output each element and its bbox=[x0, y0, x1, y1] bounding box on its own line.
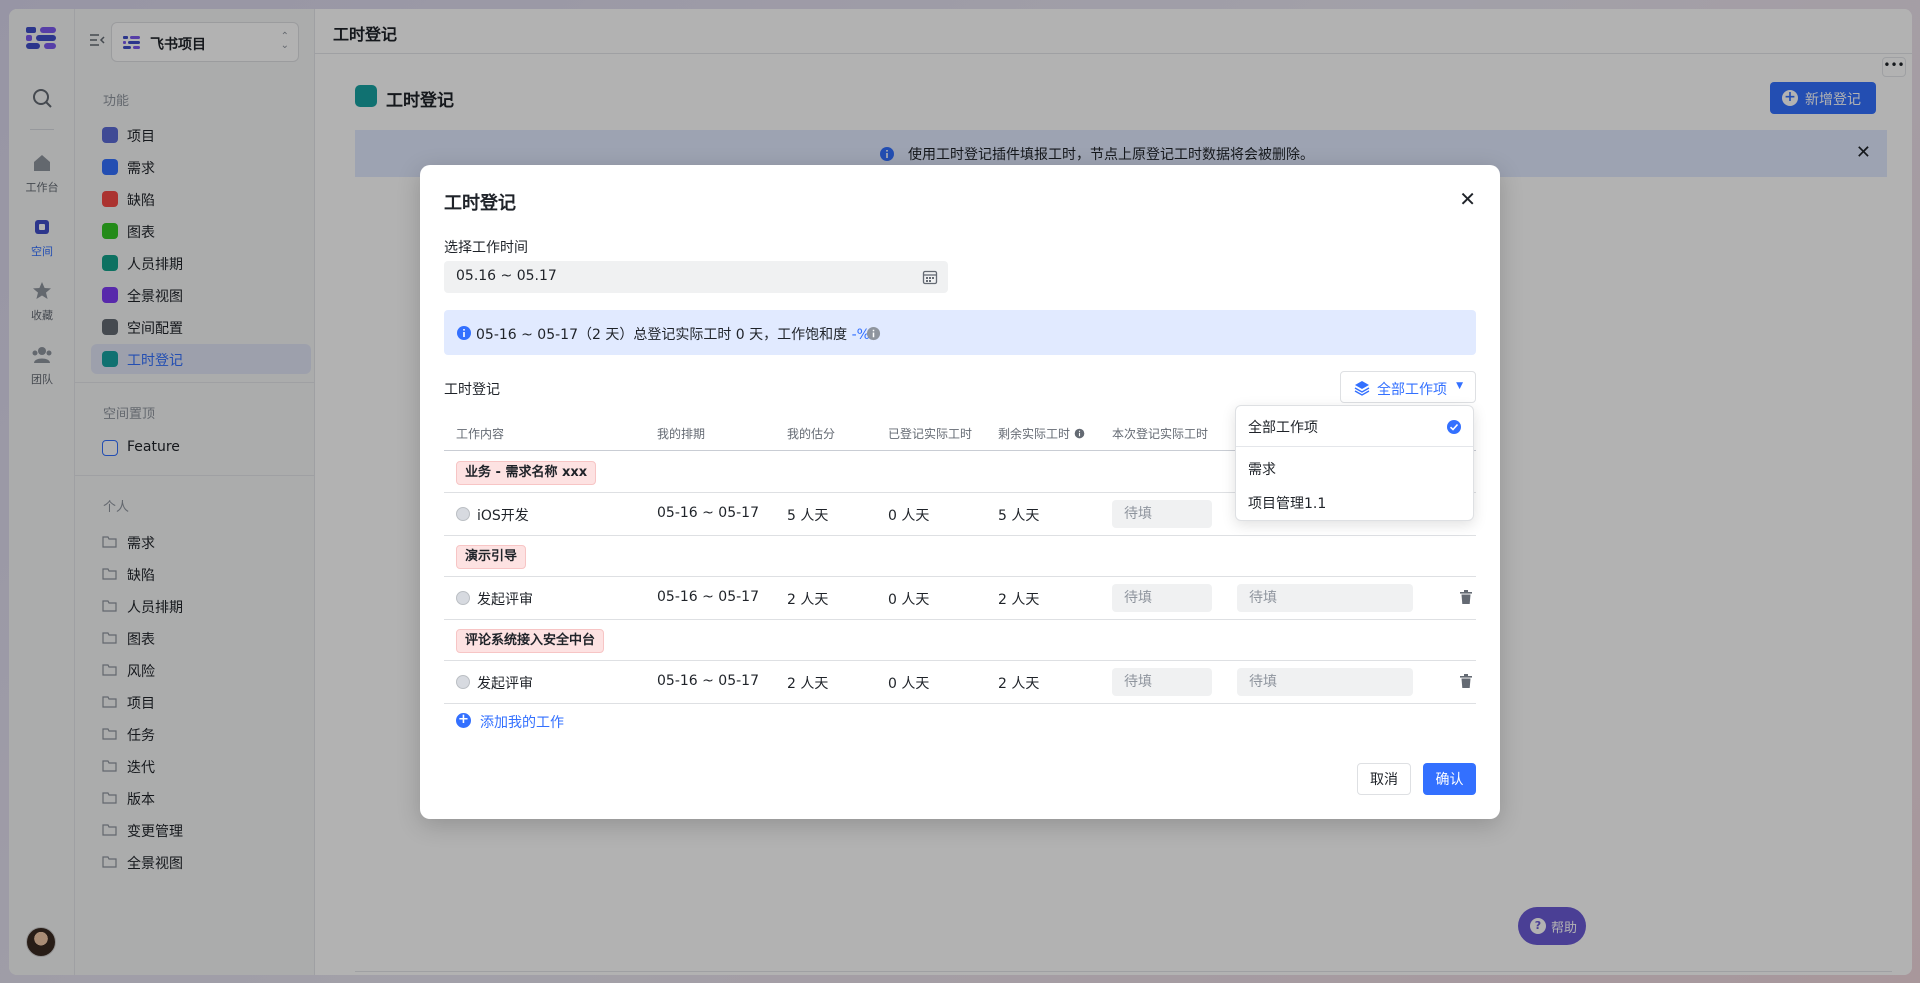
column-header-current: 本次登记实际工时 bbox=[1112, 427, 1209, 441]
status-radio[interactable] bbox=[456, 591, 470, 605]
cancel-button[interactable]: 取消 bbox=[1357, 763, 1411, 795]
remark-input[interactable] bbox=[1237, 668, 1413, 696]
info-icon bbox=[456, 325, 472, 345]
remaining-cell: 5 人天 bbox=[998, 508, 1040, 524]
confirm-button[interactable]: 确认 bbox=[1423, 763, 1476, 795]
group-tag: 业务 - 需求名称 xxx bbox=[456, 461, 597, 485]
current-hours-input[interactable] bbox=[1112, 500, 1212, 528]
dialog-title: 工时登记 bbox=[444, 193, 516, 214]
dropdown-option-label: 项目管理1.1 bbox=[1248, 496, 1327, 512]
date-range-value: 05.16 ~ 05.17 bbox=[456, 268, 557, 284]
column-header-schedule: 我的排期 bbox=[657, 427, 706, 441]
layers-icon bbox=[1354, 380, 1370, 400]
group-tag: 评论系统接入安全中台 bbox=[456, 629, 605, 653]
dropdown-option-all[interactable]: 全部工作项 bbox=[1236, 411, 1473, 441]
info-tooltip-icon bbox=[1074, 428, 1085, 439]
dropdown-option-label: 全部工作项 bbox=[1248, 420, 1318, 436]
status-radio[interactable] bbox=[456, 675, 470, 689]
column-header-content: 工作内容 bbox=[456, 427, 505, 441]
dropdown-option-requirement[interactable]: 需求 bbox=[1236, 453, 1473, 483]
date-range-picker[interactable]: 05.16 ~ 05.17 bbox=[444, 261, 948, 293]
row-divider bbox=[444, 703, 1476, 704]
schedule-cell: 05-16 ~ 05-17 bbox=[657, 505, 759, 521]
row-divider bbox=[444, 619, 1476, 620]
work-time-label: 选择工作时间 bbox=[444, 240, 528, 256]
estimate-cell: 2 人天 bbox=[787, 676, 829, 692]
trash-icon[interactable] bbox=[1459, 674, 1473, 693]
section-title: 工时登记 bbox=[444, 382, 500, 398]
schedule-cell: 05-16 ~ 05-17 bbox=[657, 589, 759, 605]
caret-down-icon: ▼ bbox=[1456, 381, 1463, 391]
group-tag: 演示引导 bbox=[456, 545, 527, 569]
status-radio[interactable] bbox=[456, 507, 470, 521]
add-my-work-label: 添加我的工作 bbox=[480, 715, 564, 731]
remaining-cell: 2 人天 bbox=[998, 592, 1040, 608]
row-divider bbox=[444, 535, 1476, 536]
close-icon[interactable]: ✕ bbox=[1459, 187, 1476, 211]
column-header-remaining: 剩余实际工时 bbox=[998, 425, 1085, 442]
dropdown-divider bbox=[1236, 446, 1473, 447]
column-header-estimate: 我的估分 bbox=[787, 427, 836, 441]
summary-text: 05-16 ~ 05-17（2 天）总登记实际工时 0 天，工作饱和度 -% bbox=[476, 327, 870, 343]
work-item-filter[interactable]: 全部工作项 ▼ bbox=[1340, 371, 1476, 403]
plus-circle-icon: + bbox=[456, 713, 471, 728]
registered-cell: 0 人天 bbox=[888, 676, 930, 692]
registered-cell: 0 人天 bbox=[888, 592, 930, 608]
work-item-name[interactable]: iOS开发 bbox=[477, 505, 529, 525]
work-item-dropdown: 全部工作项 需求 项目管理1.1 bbox=[1235, 405, 1474, 521]
estimate-cell: 2 人天 bbox=[787, 592, 829, 608]
info-tooltip-icon[interactable] bbox=[866, 326, 881, 345]
work-item-name[interactable]: 发起评审 bbox=[477, 589, 533, 609]
dropdown-option-project-mgmt[interactable]: 项目管理1.1 bbox=[1236, 487, 1473, 517]
work-item-name[interactable]: 发起评审 bbox=[477, 673, 533, 693]
summary-banner: 05-16 ~ 05-17（2 天）总登记实际工时 0 天，工作饱和度 -% bbox=[444, 310, 1476, 355]
dropdown-option-label: 需求 bbox=[1248, 462, 1276, 478]
remark-input[interactable] bbox=[1237, 584, 1413, 612]
current-hours-input[interactable] bbox=[1112, 668, 1212, 696]
registered-cell: 0 人天 bbox=[888, 508, 930, 524]
calendar-icon bbox=[922, 269, 938, 289]
current-hours-input[interactable] bbox=[1112, 584, 1212, 612]
trash-icon[interactable] bbox=[1459, 590, 1473, 609]
column-header-registered: 已登记实际工时 bbox=[888, 427, 973, 441]
table-row: 发起评审 05-16 ~ 05-17 2 人天 0 人天 2 人天 bbox=[444, 661, 1476, 703]
table-row: 发起评审 05-16 ~ 05-17 2 人天 0 人天 2 人天 bbox=[444, 577, 1476, 619]
filter-label: 全部工作项 bbox=[1377, 382, 1447, 398]
remaining-cell: 2 人天 bbox=[998, 676, 1040, 692]
check-circle-icon bbox=[1447, 420, 1461, 434]
estimate-cell: 5 人天 bbox=[787, 508, 829, 524]
schedule-cell: 05-16 ~ 05-17 bbox=[657, 673, 759, 689]
